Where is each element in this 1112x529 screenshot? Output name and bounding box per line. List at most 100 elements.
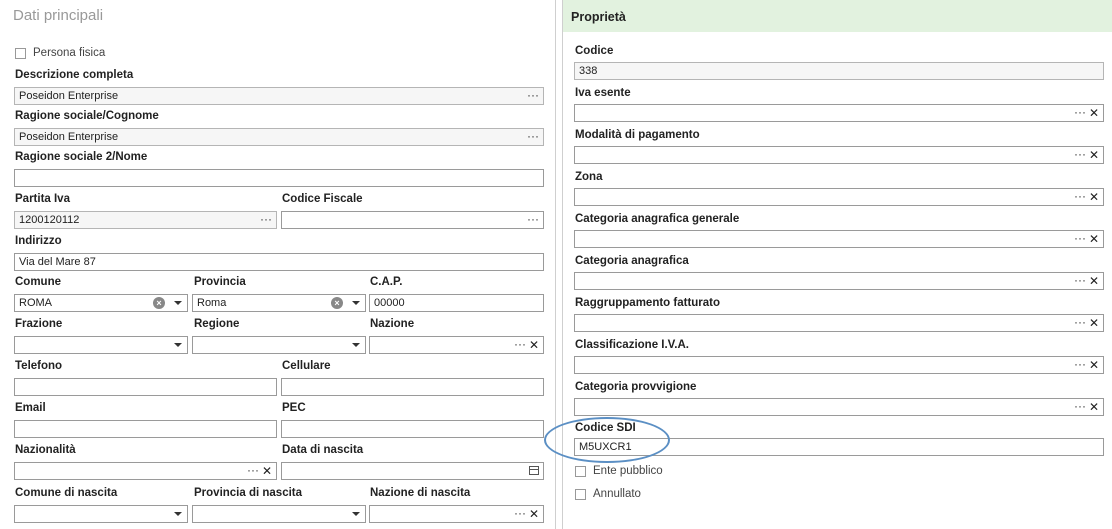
raggr-lookup-icon[interactable]: ··· xyxy=(1074,314,1086,330)
provv-field[interactable]: ··· ✕ xyxy=(574,398,1104,416)
iva-esente-field[interactable]: ··· ✕ xyxy=(574,104,1104,122)
cellulare-label: Cellulare xyxy=(282,360,331,372)
descrizione-label: Descrizione completa xyxy=(15,69,134,81)
pec-field[interactable] xyxy=(281,420,544,438)
data-nascita-field[interactable] xyxy=(281,462,544,480)
comune-nascita-label: Comune di nascita xyxy=(15,487,118,499)
provincia-chevron-down-icon[interactable] xyxy=(352,301,360,305)
cat-field[interactable]: ··· ✕ xyxy=(574,272,1104,290)
nazione-lookup-icon[interactable]: ··· xyxy=(514,336,526,352)
section-title-proprieta: Proprietà xyxy=(571,10,626,24)
comune-label: Comune xyxy=(15,276,61,288)
raggr-label: Raggruppamento fatturato xyxy=(575,297,721,309)
nazione-nascita-label: Nazione di nascita xyxy=(370,487,471,499)
zona-label: Zona xyxy=(575,171,603,183)
cap-field[interactable]: 00000 xyxy=(369,294,544,312)
nazione-field[interactable]: ··· ✕ xyxy=(369,336,544,354)
regione-select[interactable] xyxy=(192,336,366,354)
nazionalita-field[interactable]: ··· ✕ xyxy=(14,462,277,480)
ragione-value: Poseidon Enterprise xyxy=(19,131,119,143)
frazione-chevron-down-icon[interactable] xyxy=(174,343,182,347)
annullato-label: Annullato xyxy=(593,488,641,500)
ragione2-label: Ragione sociale 2/Nome xyxy=(15,151,148,163)
cf-field[interactable]: ··· xyxy=(281,211,544,229)
persona-fisica-checkbox[interactable] xyxy=(15,48,26,59)
provv-lookup-icon[interactable]: ··· xyxy=(1074,398,1086,414)
nazione-nascita-field[interactable]: ··· ✕ xyxy=(369,505,544,523)
provv-clear-icon[interactable]: ✕ xyxy=(1089,399,1099,415)
iva-esente-lookup-icon[interactable]: ··· xyxy=(1074,104,1086,120)
nazionalita-label: Nazionalità xyxy=(15,444,76,456)
codice-field: 338 xyxy=(574,62,1104,80)
provincia-nascita-label: Provincia di nascita xyxy=(194,487,303,499)
comune-clear-icon[interactable]: × xyxy=(153,297,165,309)
provincia-label: Provincia xyxy=(194,276,246,288)
data-nascita-label: Data di nascita xyxy=(282,444,364,456)
zona-field[interactable]: ··· ✕ xyxy=(574,188,1104,206)
indirizzo-field[interactable]: Via del Mare 87 xyxy=(14,253,544,271)
cf-lookup-icon[interactable]: ··· xyxy=(527,211,539,227)
modalita-field[interactable]: ··· ✕ xyxy=(574,146,1104,164)
provincia-nascita-chevron-down-icon[interactable] xyxy=(352,512,360,516)
calendar-icon[interactable] xyxy=(529,466,539,475)
cat-lookup-icon[interactable]: ··· xyxy=(1074,272,1086,288)
piva-field[interactable]: 1200120112 ··· xyxy=(14,211,277,229)
nazionalita-lookup-icon[interactable]: ··· xyxy=(247,462,259,478)
pec-label: PEC xyxy=(282,402,306,414)
nazione-nascita-lookup-icon[interactable]: ··· xyxy=(514,505,526,521)
ragione-field[interactable]: Poseidon Enterprise ··· xyxy=(14,128,544,146)
ragione-lookup-icon[interactable]: ··· xyxy=(527,128,539,144)
telefono-field[interactable] xyxy=(14,378,277,396)
raggr-field[interactable]: ··· ✕ xyxy=(574,314,1104,332)
nazione-clear-icon[interactable]: ✕ xyxy=(529,337,539,353)
cat-clear-icon[interactable]: ✕ xyxy=(1089,273,1099,289)
nazione-nascita-clear-icon[interactable]: ✕ xyxy=(529,506,539,522)
classif-lookup-icon[interactable]: ··· xyxy=(1074,356,1086,372)
indirizzo-label: Indirizzo xyxy=(15,235,62,247)
ragione2-field[interactable] xyxy=(14,169,544,187)
comune-nascita-chevron-down-icon[interactable] xyxy=(174,512,182,516)
cellulare-field[interactable] xyxy=(281,378,544,396)
provv-label: Categoria provvigione xyxy=(575,381,697,393)
cat-label: Categoria anagrafica xyxy=(575,255,689,267)
iva-esente-clear-icon[interactable]: ✕ xyxy=(1089,105,1099,121)
annullato-checkbox[interactable] xyxy=(575,489,586,500)
cat-generale-clear-icon[interactable]: ✕ xyxy=(1089,231,1099,247)
telefono-label: Telefono xyxy=(15,360,63,372)
nazionalita-clear-icon[interactable]: ✕ xyxy=(262,463,272,479)
zona-clear-icon[interactable]: ✕ xyxy=(1089,189,1099,205)
piva-label: Partita Iva xyxy=(15,193,70,205)
piva-value: 1200120112 xyxy=(19,214,80,226)
ente-pubblico-checkbox[interactable] xyxy=(575,466,586,477)
comune-select[interactable]: ROMA × xyxy=(14,294,188,312)
comune-chevron-down-icon[interactable] xyxy=(174,301,182,305)
highlight-oval xyxy=(544,417,670,463)
email-field[interactable] xyxy=(14,420,277,438)
classif-clear-icon[interactable]: ✕ xyxy=(1089,357,1099,373)
cap-value: 00000 xyxy=(374,297,405,309)
cat-generale-lookup-icon[interactable]: ··· xyxy=(1074,230,1086,246)
descrizione-field[interactable]: Poseidon Enterprise ··· xyxy=(14,87,544,105)
provincia-nascita-select[interactable] xyxy=(192,505,366,523)
provincia-value: Roma xyxy=(197,297,227,309)
cap-label: C.A.P. xyxy=(370,276,403,288)
descrizione-lookup-icon[interactable]: ··· xyxy=(527,87,539,103)
codice-label: Codice xyxy=(575,45,614,57)
iva-esente-label: Iva esente xyxy=(575,87,631,99)
provincia-clear-icon[interactable]: × xyxy=(331,297,343,309)
classif-field[interactable]: ··· ✕ xyxy=(574,356,1104,374)
piva-lookup-icon[interactable]: ··· xyxy=(260,211,272,227)
zona-lookup-icon[interactable]: ··· xyxy=(1074,188,1086,204)
provincia-select[interactable]: Roma × xyxy=(192,294,366,312)
modalita-lookup-icon[interactable]: ··· xyxy=(1074,146,1086,162)
regione-chevron-down-icon[interactable] xyxy=(352,343,360,347)
classif-label: Classificazione I.V.A. xyxy=(575,339,689,351)
frazione-select[interactable] xyxy=(14,336,188,354)
cat-generale-field[interactable]: ··· ✕ xyxy=(574,230,1104,248)
comune-nascita-select[interactable] xyxy=(14,505,188,523)
raggr-clear-icon[interactable]: ✕ xyxy=(1089,315,1099,331)
cf-label: Codice Fiscale xyxy=(282,193,363,205)
email-label: Email xyxy=(15,402,46,414)
descrizione-value: Poseidon Enterprise xyxy=(19,90,119,102)
modalita-clear-icon[interactable]: ✕ xyxy=(1089,147,1099,163)
